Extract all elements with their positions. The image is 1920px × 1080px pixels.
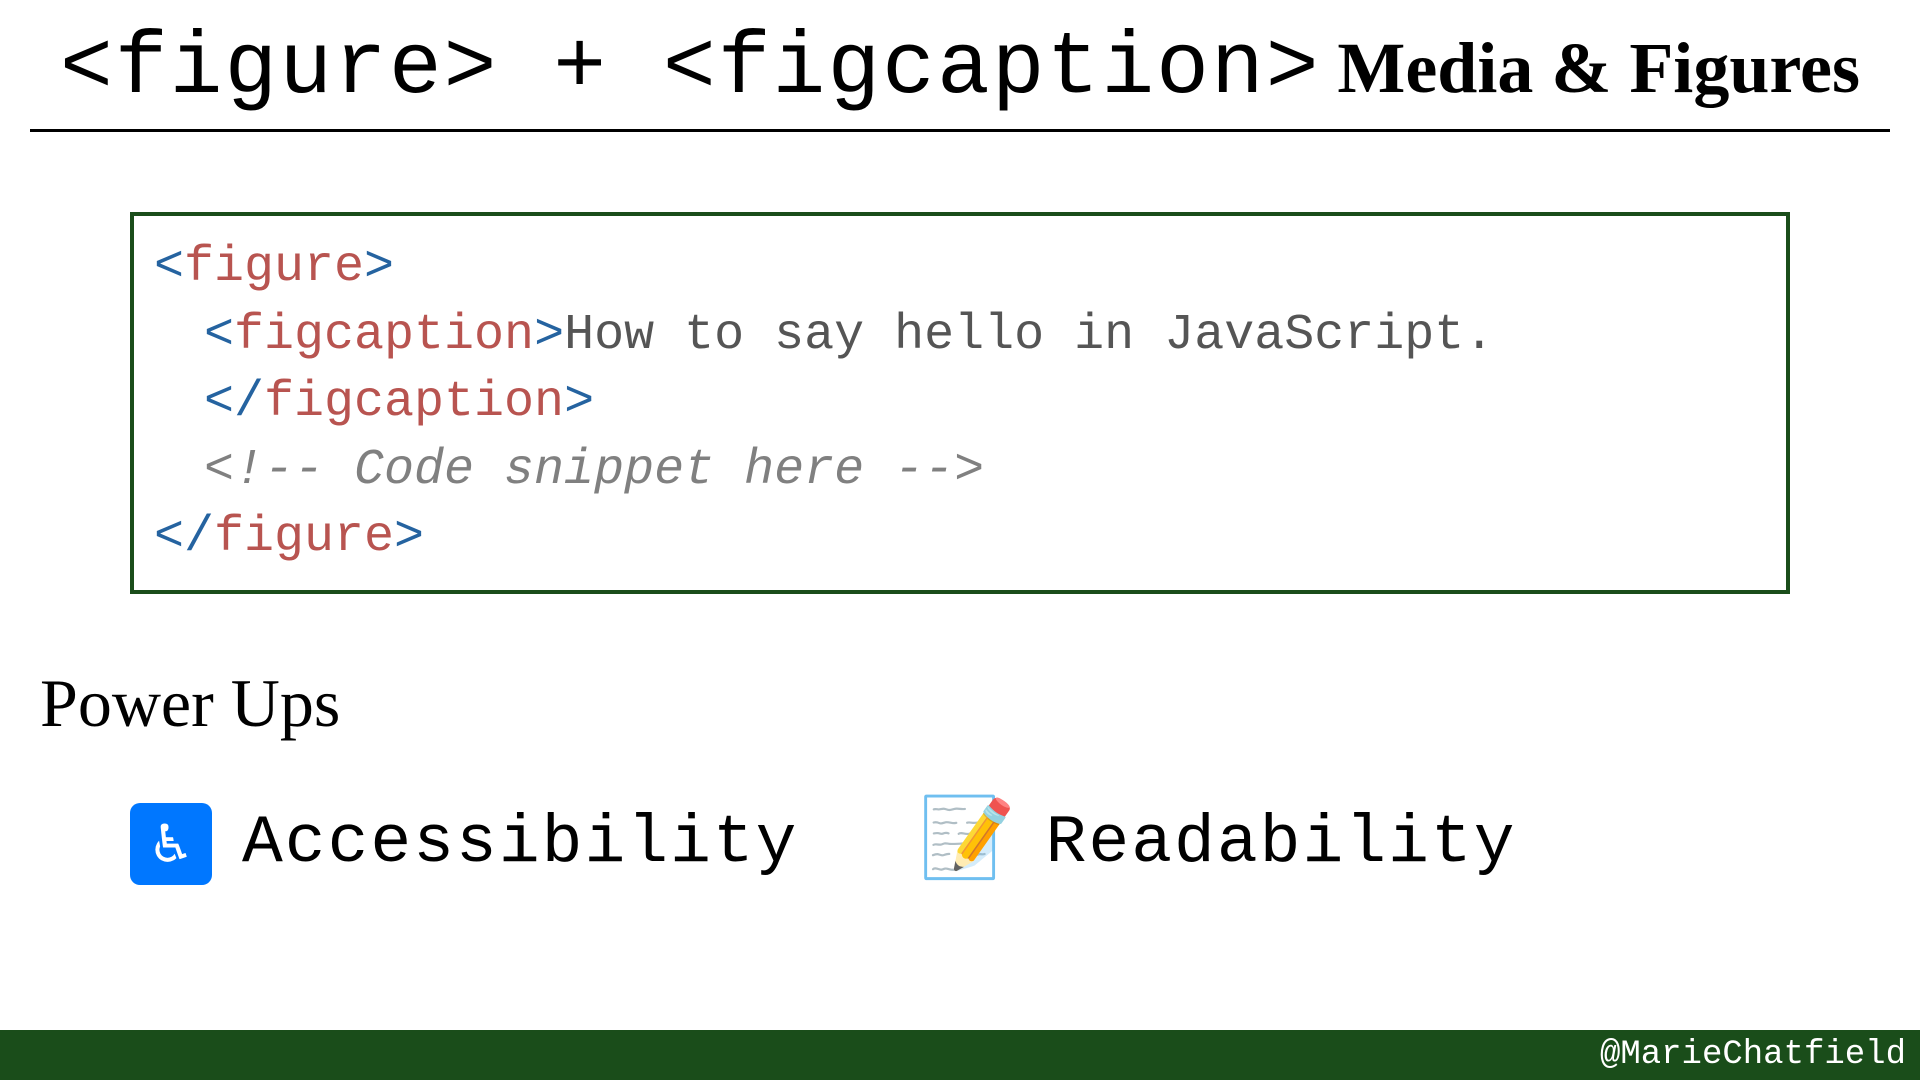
- slide-subtitle: Media & Figures: [1337, 27, 1860, 110]
- code-line-2: <figcaption>How to say hello in JavaScri…: [204, 302, 1766, 437]
- angle-bracket: </: [154, 509, 214, 566]
- code-line-1: <figure>: [154, 234, 1766, 302]
- code-comment: <!-- Code snippet here -->: [204, 442, 984, 499]
- slide-footer: @MarieChatfield: [0, 1030, 1920, 1080]
- code-line-4: </figure>: [154, 504, 1766, 572]
- tag-name: figure: [214, 509, 394, 566]
- memo-icon: 📝: [919, 805, 1016, 883]
- code-text: How to say hello in JavaScript.: [564, 307, 1494, 364]
- powerup-label: Readability: [1046, 805, 1517, 882]
- powerup-readability: 📝 Readability: [919, 805, 1517, 883]
- powerup-accessibility: ♿ Accessibility: [130, 803, 799, 885]
- tag-name: figcaption: [234, 307, 534, 364]
- tag-name: figcaption: [264, 374, 564, 431]
- slide-header: <figure> + <figcaption> Media & Figures: [30, 0, 1890, 132]
- tag-name: figure: [184, 239, 364, 296]
- code-example-box: <figure> <figcaption>How to say hello in…: [130, 212, 1790, 594]
- angle-bracket: >: [534, 307, 564, 364]
- angle-bracket: <: [204, 307, 234, 364]
- angle-bracket: >: [364, 239, 394, 296]
- angle-bracket: >: [394, 509, 424, 566]
- code-line-3: <!-- Code snippet here -->: [204, 437, 1766, 505]
- powerups-heading: Power Ups: [40, 664, 1920, 743]
- accessibility-icon: ♿: [130, 803, 212, 885]
- powerup-label: Accessibility: [242, 805, 799, 882]
- angle-bracket: >: [564, 374, 594, 431]
- angle-bracket: <: [154, 239, 184, 296]
- author-handle: @MarieChatfield: [1600, 1036, 1906, 1074]
- slide-title: <figure> + <figcaption>: [60, 20, 1321, 119]
- angle-bracket: </: [204, 374, 264, 431]
- powerups-list: ♿ Accessibility 📝 Readability: [130, 803, 1920, 885]
